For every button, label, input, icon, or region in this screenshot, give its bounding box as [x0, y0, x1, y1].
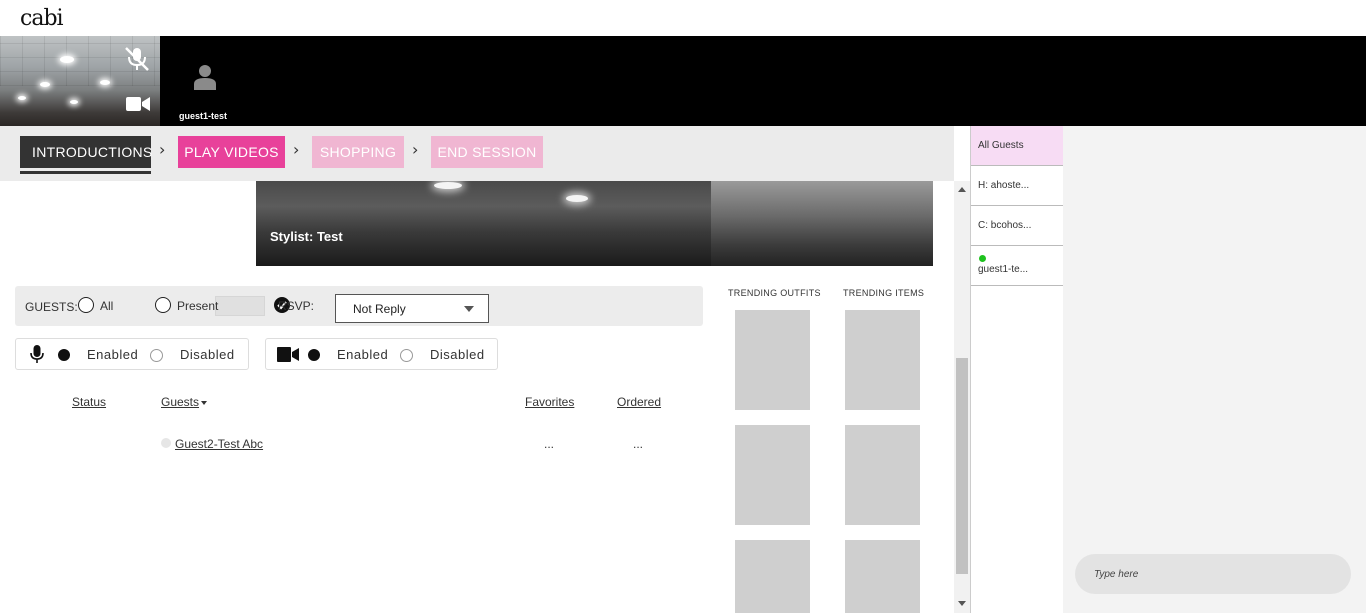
trending-item-tile[interactable]: [845, 310, 920, 410]
guest-list-label: C: bcohos...: [978, 220, 1032, 231]
self-camera-feed: [0, 36, 160, 126]
session-steps-bar: INTRODUCTIONS › PLAY VIDEOS › SHOPPING ›…: [0, 126, 954, 181]
scroll-up-icon[interactable]: [958, 187, 966, 192]
caret-down-icon: [464, 306, 474, 312]
trending-items-title: TRENDING ITEMS: [843, 288, 925, 298]
step-introductions[interactable]: INTRODUCTIONS: [20, 136, 152, 168]
camera-disabled-radio[interactable]: [400, 349, 413, 362]
guest-video-tile[interactable]: guest1-test: [160, 36, 250, 126]
filter-all-radio[interactable]: [78, 297, 94, 313]
chevron-right-icon: ›: [412, 140, 419, 159]
chat-message-input[interactable]: [1075, 554, 1351, 594]
camera-enabled-label: Enabled: [337, 347, 389, 362]
top-header: cabi: [0, 0, 1366, 36]
mic-toggle-group: Enabled Disabled: [15, 338, 249, 370]
trending-outfits-title: TRENDING OUTFITS: [728, 288, 821, 298]
video-camera-icon: [277, 347, 299, 362]
guest-list-item-all[interactable]: All Guests: [971, 126, 1063, 166]
mic-enabled-label: Enabled: [87, 347, 139, 362]
guest-filter-bar: GUESTS: All Present RSVP: Not Reply: [15, 286, 703, 326]
rsvp-label: RSVP:: [278, 299, 315, 313]
scroll-down-icon[interactable]: [958, 601, 966, 606]
camera-disabled-label: Disabled: [430, 347, 485, 362]
trending-item-tile[interactable]: [845, 540, 920, 613]
ordered-column-header[interactable]: Ordered: [617, 395, 661, 409]
guest-list-item-cohost[interactable]: C: bcohos...: [971, 206, 1063, 246]
video-strip: guest1-test: [0, 36, 1366, 126]
stylist-video-feed: Stylist: Test: [256, 181, 933, 266]
chevron-right-icon: ›: [159, 140, 166, 159]
filter-all-label: All: [100, 299, 114, 313]
guest-name-link[interactable]: Guest2-Test Abc: [175, 437, 263, 451]
trending-item-tile[interactable]: [845, 425, 920, 525]
mic-off-icon[interactable]: [124, 46, 150, 72]
filter-present-radio[interactable]: [155, 297, 171, 313]
guest-list-label: All Guests: [978, 140, 1024, 151]
chevron-right-icon: ›: [293, 140, 300, 159]
mic-disabled-radio[interactable]: [150, 349, 163, 362]
cabi-logo[interactable]: cabi: [20, 6, 64, 31]
guest-favorites: ...: [544, 437, 555, 451]
guest-list-item-host[interactable]: H: ahoste...: [971, 166, 1063, 206]
scrollbar-thumb[interactable]: [956, 358, 968, 574]
guest-status-dot: [161, 438, 171, 448]
trending-outfit-tile[interactable]: [735, 540, 810, 613]
step-shopping[interactable]: SHOPPING: [312, 136, 404, 168]
present-count-box: [215, 296, 265, 316]
main-panel: INTRODUCTIONS › PLAY VIDEOS › SHOPPING ›…: [0, 126, 970, 613]
microphone-icon: [30, 345, 44, 363]
online-status-dot: [979, 255, 986, 262]
guest-list-label: H: ahoste...: [978, 180, 1030, 191]
guest-ordered: ...: [633, 437, 644, 451]
trending-outfit-tile[interactable]: [735, 310, 810, 410]
guests-header-label: Guests: [161, 395, 200, 409]
camera-enabled-radio[interactable]: [308, 349, 320, 361]
step-end-session[interactable]: END SESSION: [431, 136, 543, 168]
guest-list-panel: All Guests H: ahoste... C: bcohos... gue…: [970, 126, 1063, 613]
stylist-label: Stylist: Test: [270, 229, 343, 244]
filter-present-label: Present: [177, 299, 219, 313]
guests-filter-label: GUESTS:: [25, 300, 78, 314]
camera-toggle-group: Enabled Disabled: [265, 338, 498, 370]
main-scrollbar[interactable]: [954, 181, 970, 613]
status-column-header[interactable]: Status: [72, 395, 106, 409]
sort-caret-icon: [201, 400, 208, 405]
mic-disabled-label: Disabled: [180, 347, 235, 362]
user-icon: [194, 65, 216, 90]
rsvp-selected-value: Not Reply: [353, 302, 406, 316]
video-camera-icon[interactable]: [126, 96, 150, 112]
favorites-column-header[interactable]: Favorites: [525, 395, 574, 409]
guest-tile-name: guest1-test: [179, 111, 228, 121]
chat-panel: [1063, 126, 1366, 613]
stylist-video-secondary: [711, 181, 933, 266]
guests-column-header[interactable]: Guests: [161, 395, 208, 409]
guest-list-label: guest1-te...: [978, 264, 1029, 275]
step-play-videos[interactable]: PLAY VIDEOS: [178, 136, 285, 168]
trending-outfit-tile[interactable]: [735, 425, 810, 525]
active-step-underline: [20, 171, 151, 174]
guest-list-item-guest1[interactable]: guest1-te...: [971, 246, 1063, 286]
rsvp-select[interactable]: Not Reply: [335, 294, 489, 323]
mic-enabled-radio[interactable]: [58, 349, 70, 361]
